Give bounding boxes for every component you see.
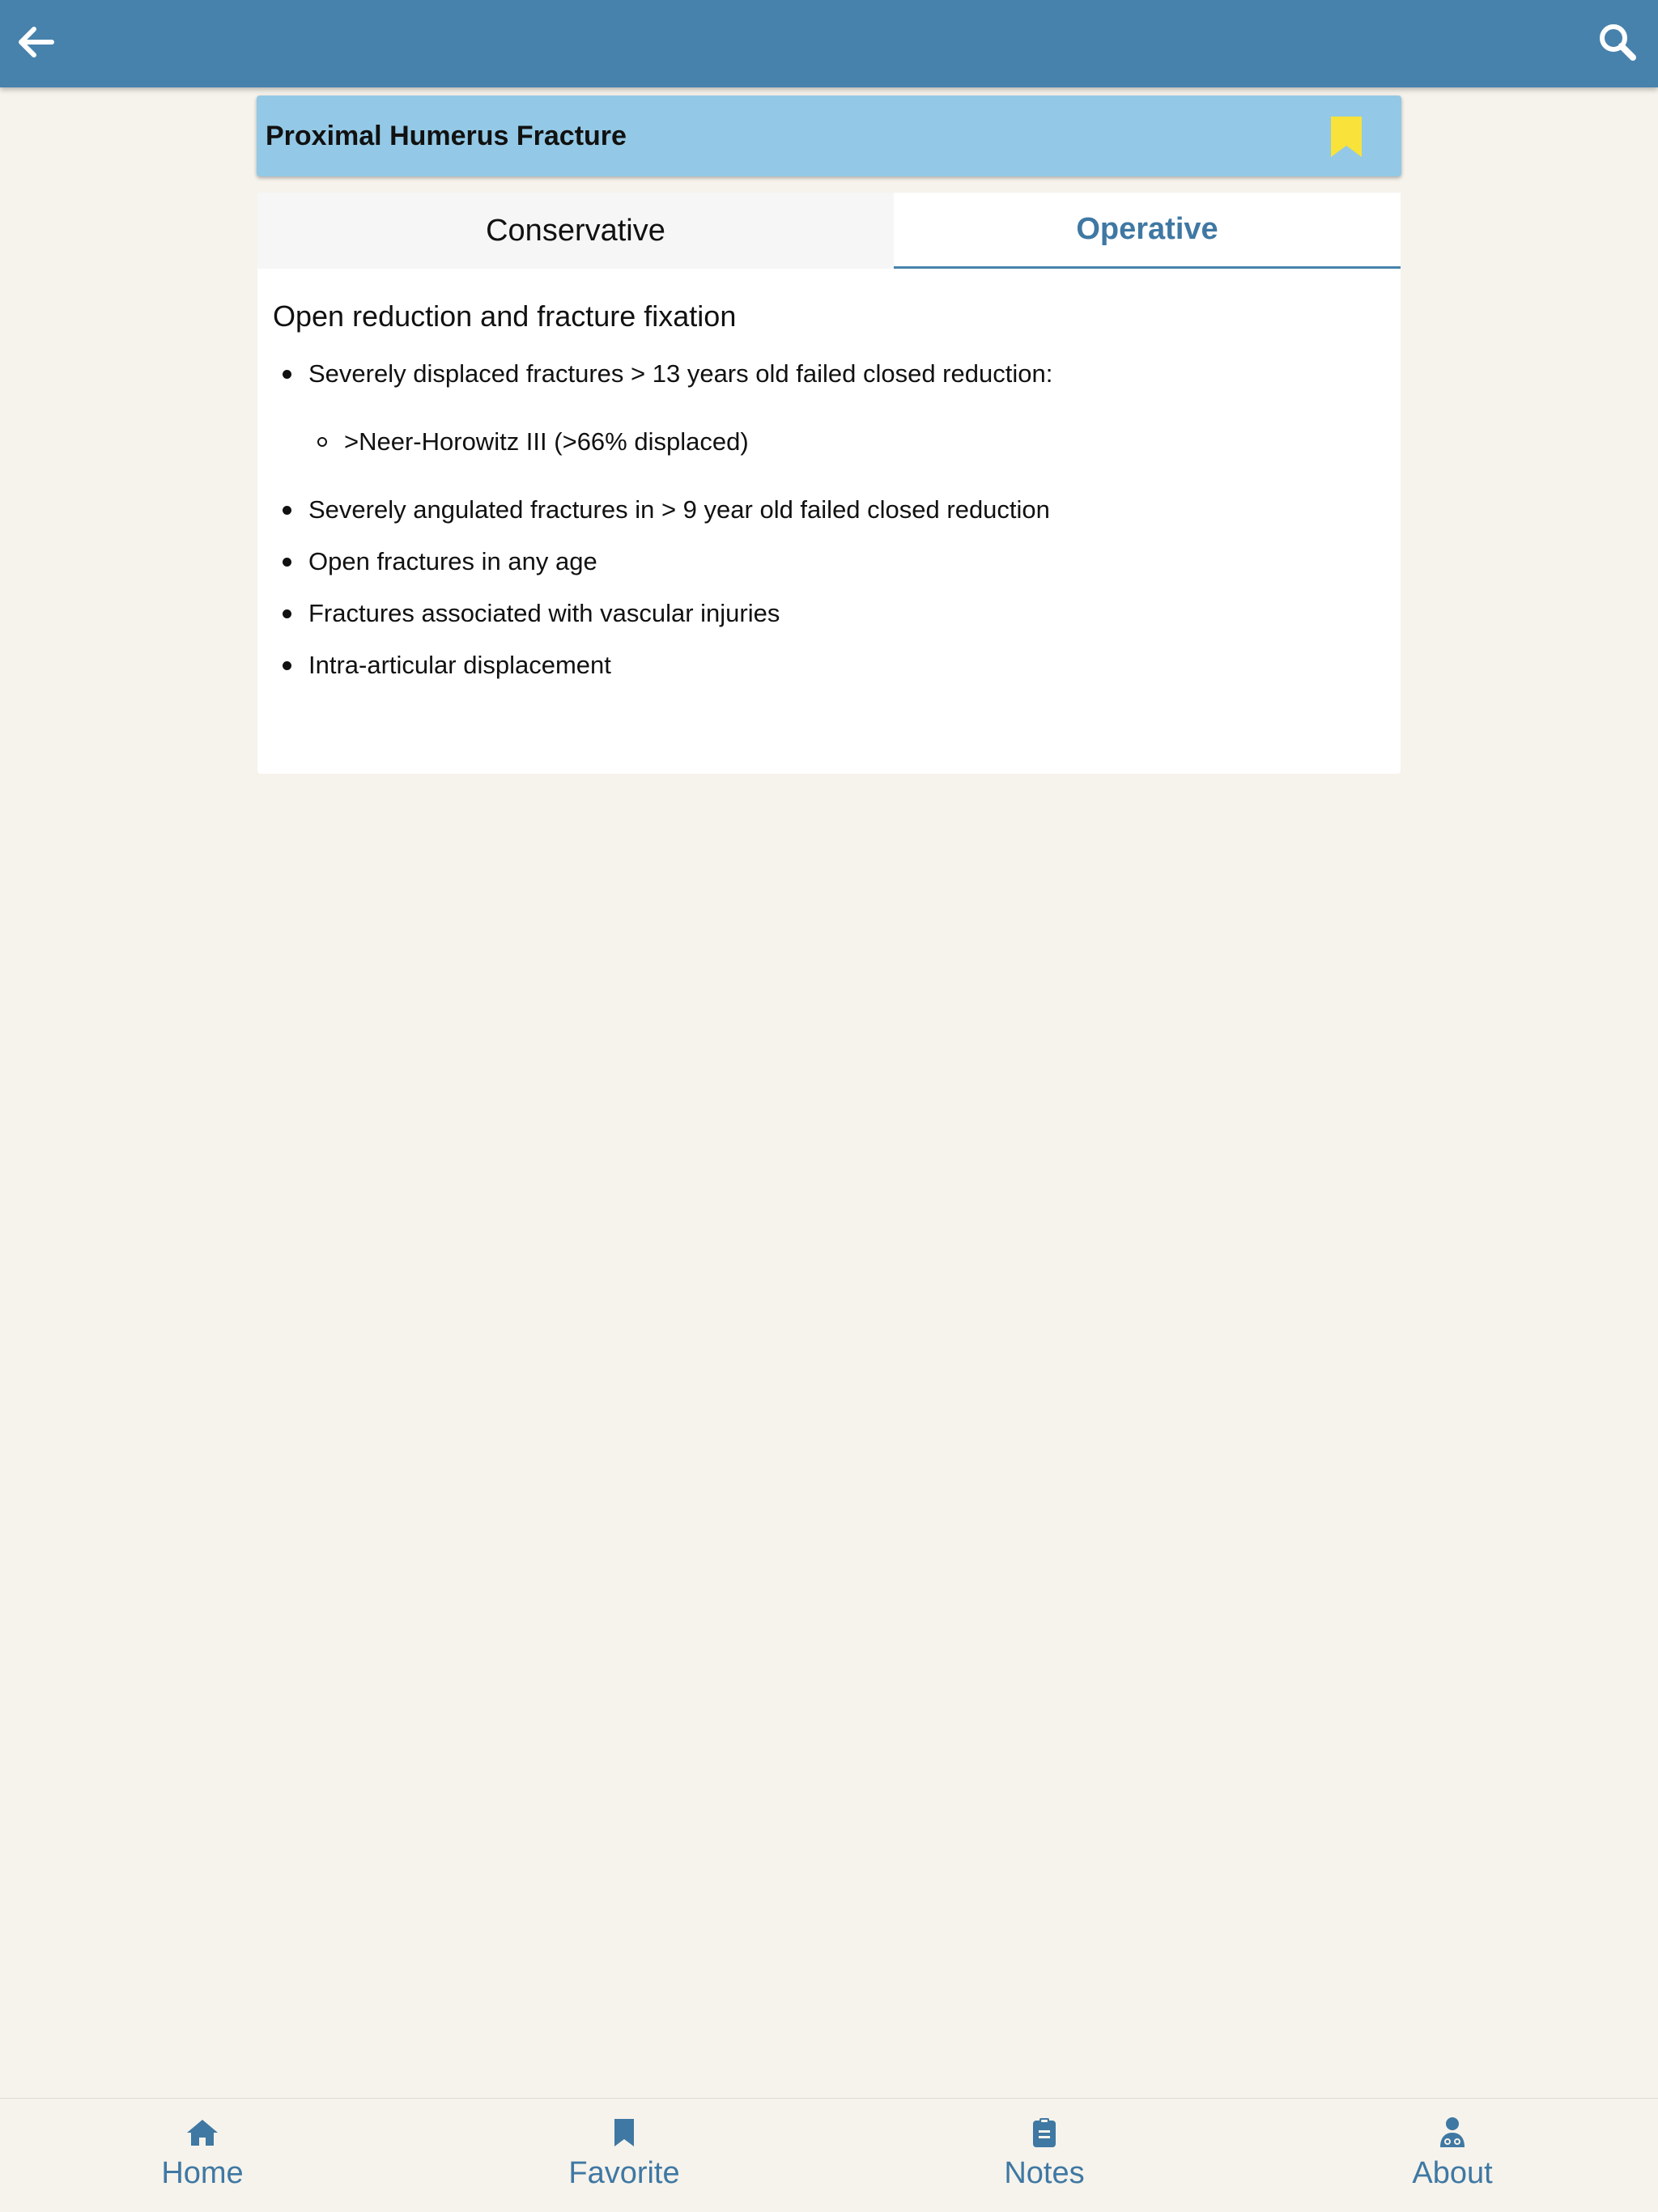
nav-about-label: About xyxy=(1412,2156,1493,2190)
clipboard-icon xyxy=(1033,2118,1056,2147)
bookmark-icon xyxy=(1331,117,1362,157)
intro-text: Open reduction and fracture fixation xyxy=(273,299,737,333)
home-icon xyxy=(187,2120,218,2146)
search-button[interactable] xyxy=(1592,16,1643,68)
sub-list-item-text: >Neer-Horowitz III (>66% displaced) xyxy=(344,427,749,456)
bookmark-button[interactable] xyxy=(1329,115,1364,159)
bullet-icon xyxy=(283,370,291,379)
indication-list: Severely displaced fractures > 13 years … xyxy=(273,358,1382,681)
list-item: Severely displaced fractures > 13 years … xyxy=(273,358,1382,458)
list-item-text: Intra-articular displacement xyxy=(308,651,611,679)
operative-content: Open reduction and fracture fixation Sev… xyxy=(273,296,1382,701)
list-item-text: Severely angulated fractures in > 9 year… xyxy=(308,495,1050,524)
list-item-text: Open fractures in any age xyxy=(308,547,597,575)
nav-notes-label: Notes xyxy=(1004,2156,1085,2190)
list-item: Intra-articular displacement xyxy=(273,649,1382,681)
sub-list-item: >Neer-Horowitz III (>66% displaced) xyxy=(308,426,1382,458)
treatment-tabs: Conservative Operative xyxy=(257,193,1401,269)
list-item: Fractures associated with vascular injur… xyxy=(273,597,1382,630)
bullet-icon xyxy=(283,609,291,618)
nav-home-label: Home xyxy=(161,2156,244,2190)
list-item-text: Fractures associated with vascular injur… xyxy=(308,599,780,627)
bottom-navigation: Home Favorite Notes About xyxy=(0,2098,1658,2211)
bullet-icon xyxy=(283,506,291,515)
list-item: Open fractures in any age xyxy=(273,546,1382,578)
bullet-icon xyxy=(283,558,291,567)
back-button[interactable] xyxy=(10,16,62,68)
doctor-icon xyxy=(1440,2117,1465,2147)
bullet-icon xyxy=(283,661,291,670)
nav-home[interactable]: Home xyxy=(97,2099,308,2212)
nav-favorite-label: Favorite xyxy=(568,2156,680,2190)
sub-list: >Neer-Horowitz III (>66% displaced) xyxy=(308,426,1382,458)
search-icon xyxy=(1600,24,1636,61)
topic-title-card: Proximal Humerus Fracture xyxy=(257,96,1401,176)
bookmark-icon xyxy=(614,2119,634,2146)
top-app-bar xyxy=(0,0,1658,87)
hollow-bullet-icon xyxy=(317,437,327,447)
list-item: Severely angulated fractures in > 9 year… xyxy=(273,494,1382,526)
page-title: Proximal Humerus Fracture xyxy=(266,121,627,151)
arrow-left-icon xyxy=(19,27,54,57)
nav-about[interactable]: About xyxy=(1347,2099,1558,2212)
nav-favorite[interactable]: Favorite xyxy=(519,2099,729,2212)
nav-notes[interactable]: Notes xyxy=(939,2099,1150,2212)
treatment-content-card: Conservative Operative Open reduction an… xyxy=(257,193,1401,774)
list-item-text: Severely displaced fractures > 13 years … xyxy=(308,359,1053,388)
tab-conservative[interactable]: Conservative xyxy=(257,193,894,269)
tab-operative[interactable]: Operative xyxy=(894,193,1401,269)
